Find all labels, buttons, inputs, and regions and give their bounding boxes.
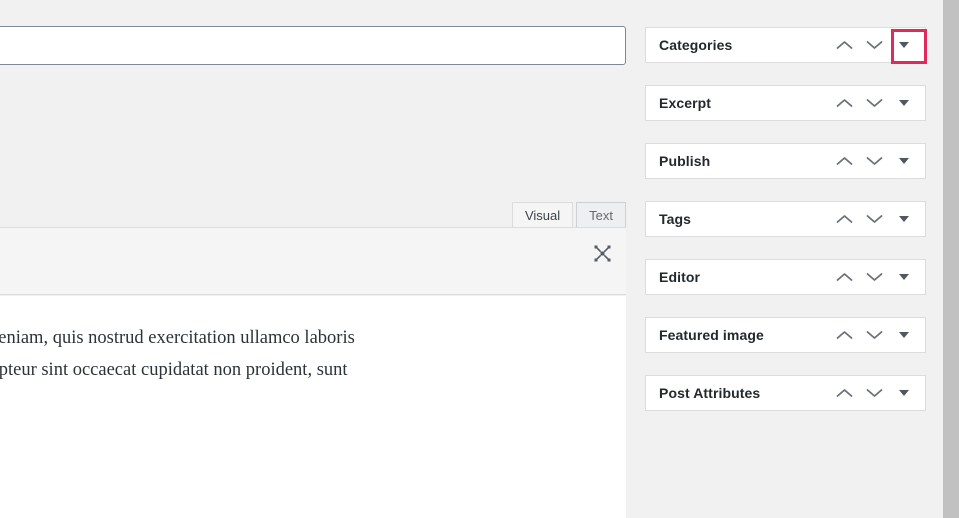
tab-visual[interactable]: Visual [511, 202, 574, 228]
metabox-categories[interactable]: Categories [645, 27, 926, 63]
metabox-controls [829, 30, 925, 60]
metabox-post-attributes[interactable]: Post Attributes [645, 375, 926, 411]
metabox-publish[interactable]: Publish [645, 143, 926, 179]
metabox-title-excerpt: Excerpt [659, 95, 712, 111]
metabox-title-publish: Publish [659, 153, 711, 169]
move-down-icon[interactable] [859, 146, 889, 176]
vertical-scrollbar-thumb[interactable] [943, 0, 959, 518]
editor-mode-tabs: Visual Text [509, 201, 626, 228]
move-down-icon[interactable] [859, 204, 889, 234]
editor-toolbar [0, 227, 626, 295]
move-up-icon[interactable] [829, 88, 859, 118]
metabox-controls [829, 88, 925, 118]
fullscreen-expand-icon[interactable] [588, 240, 616, 266]
post-editor-main-column: Visual Text eniam, quis nostrud exercita… [0, 0, 626, 518]
move-up-icon[interactable] [829, 204, 859, 234]
toggle-panel-icon[interactable] [889, 30, 919, 60]
metabox-controls [829, 320, 925, 350]
toggle-panel-icon[interactable] [889, 204, 919, 234]
move-down-icon[interactable] [859, 88, 889, 118]
metabox-controls [829, 204, 925, 234]
move-down-icon[interactable] [859, 378, 889, 408]
tab-text[interactable]: Text [576, 202, 626, 228]
toggle-panel-icon[interactable] [889, 88, 919, 118]
metabox-controls [829, 262, 925, 292]
toggle-panel-icon[interactable] [889, 146, 919, 176]
move-up-icon[interactable] [829, 378, 859, 408]
move-up-icon[interactable] [829, 146, 859, 176]
toggle-panel-icon[interactable] [889, 262, 919, 292]
vertical-scrollbar-track[interactable] [943, 0, 959, 518]
metabox-controls [829, 378, 925, 408]
move-down-icon[interactable] [859, 30, 889, 60]
post-title-input[interactable] [0, 26, 626, 65]
move-up-icon[interactable] [829, 320, 859, 350]
post-meta-sidebar: Categories Excerpt Publish Tags Editor F… [645, 27, 926, 433]
metabox-featured-image[interactable]: Featured image [645, 317, 926, 353]
metabox-title-editor: Editor [659, 269, 701, 285]
metabox-title-post-attributes: Post Attributes [659, 385, 761, 401]
metabox-controls [829, 146, 925, 176]
move-down-icon[interactable] [859, 320, 889, 350]
metabox-excerpt[interactable]: Excerpt [645, 85, 926, 121]
move-up-icon[interactable] [829, 30, 859, 60]
content-editor: Visual Text eniam, quis nostrud exercita… [0, 201, 626, 518]
editor-content-area[interactable]: e magna aliqua. Ut enim ad minim veniam,… [0, 296, 626, 518]
editor-paragraph-text: e magna aliqua. Ut enim ad minim veniam,… [0, 328, 355, 380]
toggle-panel-icon[interactable] [889, 378, 919, 408]
toggle-panel-icon[interactable] [889, 320, 919, 350]
metabox-title-tags: Tags [659, 211, 692, 227]
editor-screen: Visual Text eniam, quis nostrud exercita… [0, 0, 959, 518]
move-down-icon[interactable] [859, 262, 889, 292]
metabox-tags[interactable]: Tags [645, 201, 926, 237]
move-up-icon[interactable] [829, 262, 859, 292]
metabox-editor[interactable]: Editor [645, 259, 926, 295]
metabox-title-categories: Categories [659, 37, 733, 53]
metabox-title-featured-image: Featured image [659, 327, 764, 343]
